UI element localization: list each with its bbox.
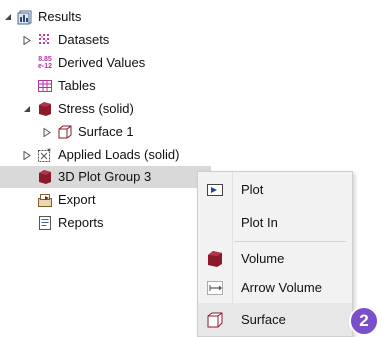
menu-item-plot-in[interactable]: Plot In xyxy=(198,206,352,239)
tree-label: Datasets xyxy=(58,32,110,47)
tree-label: Reports xyxy=(58,215,104,230)
step-number-badge: 2 xyxy=(349,306,379,336)
tree-item-stress[interactable]: Stress (solid) xyxy=(0,98,382,120)
results-icon xyxy=(17,9,33,25)
menu-item-label: Arrow Volume xyxy=(241,280,322,295)
menu-item-surface[interactable]: Surface xyxy=(198,303,352,336)
tree-item-surface-1[interactable]: Surface 1 xyxy=(0,121,382,143)
menu-item-label: Plot In xyxy=(241,215,278,230)
collapse-arrow-icon[interactable] xyxy=(3,12,13,22)
expand-arrow-icon[interactable] xyxy=(42,127,52,137)
export-icon xyxy=(37,192,53,208)
datasets-icon xyxy=(37,32,53,48)
tree-label: Surface 1 xyxy=(78,124,134,139)
table-icon xyxy=(37,78,53,94)
plot-group-icon xyxy=(37,169,53,185)
tree-label: Stress (solid) xyxy=(58,101,134,116)
tree-item-results[interactable]: Results xyxy=(0,6,382,28)
surface-plot-icon xyxy=(57,124,73,140)
tree-item-tables[interactable]: Tables xyxy=(0,75,382,97)
menu-item-arrow-volume[interactable]: Arrow Volume xyxy=(198,271,352,304)
derived-values-icon: 8.85 e-12 xyxy=(37,56,52,70)
svg-text:*: * xyxy=(47,147,51,156)
plot-icon xyxy=(206,181,224,199)
context-menu: Plot Plot In Volume Arrow Volume Surface xyxy=(197,171,353,337)
menu-item-label: Surface xyxy=(241,312,286,327)
volume-icon xyxy=(206,250,224,268)
tree-label: Results xyxy=(38,9,82,24)
tree-label: Tables xyxy=(58,78,96,93)
tree-label: Applied Loads (solid) xyxy=(58,147,180,162)
expand-arrow-icon[interactable] xyxy=(22,150,32,160)
arrow-volume-icon xyxy=(206,279,224,297)
tree-item-applied-loads[interactable]: * Applied Loads (solid) xyxy=(0,144,382,166)
plot-group-icon xyxy=(37,101,53,117)
tree-item-datasets[interactable]: Datasets xyxy=(0,29,382,51)
tree-label: Export xyxy=(58,192,96,207)
expand-arrow-icon[interactable] xyxy=(22,35,32,45)
tree-label: 3D Plot Group 3 xyxy=(58,169,152,184)
collapse-arrow-icon[interactable] xyxy=(22,104,32,114)
menu-item-plot[interactable]: Plot xyxy=(198,173,352,206)
menu-item-label: Plot xyxy=(241,182,264,197)
applied-loads-icon: * xyxy=(37,147,53,163)
tree-item-derived-values[interactable]: 8.85 e-12 Derived Values xyxy=(0,52,382,74)
reports-icon xyxy=(37,215,53,231)
tree-label: Derived Values xyxy=(58,55,146,70)
surface-icon xyxy=(206,311,224,329)
